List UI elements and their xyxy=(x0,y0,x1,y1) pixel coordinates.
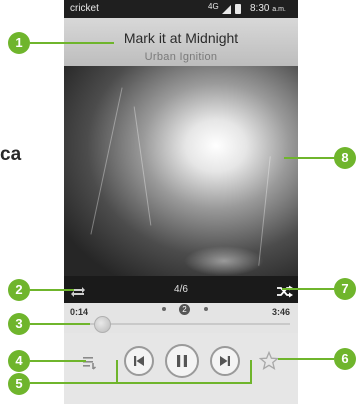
song-artist: Urban Ignition xyxy=(144,51,218,63)
playlist-icon[interactable] xyxy=(82,355,98,371)
callout-badge: 7 xyxy=(334,278,356,300)
clock-ampm: a.m. xyxy=(272,6,286,13)
page-dot[interactable] xyxy=(204,307,208,311)
next-icon xyxy=(220,356,230,366)
callout-badge: 2 xyxy=(8,279,30,301)
callout-badge: 1 xyxy=(8,32,30,54)
next-button[interactable] xyxy=(210,346,240,376)
callout-line xyxy=(284,157,336,159)
clock-time: 8:30 xyxy=(250,3,270,14)
callout-badge: 5 xyxy=(8,373,30,395)
page-indicator: 2 xyxy=(160,304,210,316)
callout-badge: 3 xyxy=(8,313,30,335)
phone-screen: cricket 4G 8:30 a.m. Mark it at Midnight… xyxy=(64,0,298,404)
signal-icon xyxy=(222,5,231,14)
carrier-label: cricket xyxy=(70,3,99,14)
clock: 8:30 a.m. xyxy=(250,3,286,14)
callout-line xyxy=(30,289,74,291)
callout-badge: 6 xyxy=(334,348,356,370)
pause-button[interactable] xyxy=(165,344,199,378)
callout-line xyxy=(278,358,334,360)
pause-icon xyxy=(177,355,187,367)
progress-area: 0:14 2 3:46 xyxy=(64,303,298,333)
elapsed-time: 0:14 xyxy=(70,307,89,317)
playback-mode-bar: 4/6 xyxy=(64,276,298,303)
album-art-streak xyxy=(90,87,123,235)
page-dot-active[interactable]: 2 xyxy=(179,304,190,315)
callout-line xyxy=(250,360,252,384)
status-bar: cricket 4G 8:30 a.m. xyxy=(64,0,298,18)
callout-line xyxy=(282,288,334,290)
total-time: 3:46 xyxy=(271,307,290,317)
cropped-side-text: ca xyxy=(0,144,22,165)
callout-line xyxy=(116,360,118,384)
album-art-glow xyxy=(184,246,264,276)
star-icon[interactable] xyxy=(258,350,280,371)
seek-bar[interactable] xyxy=(90,323,290,325)
page-dot[interactable] xyxy=(162,307,166,311)
album-art[interactable] xyxy=(64,66,298,276)
callout-badge: 8 xyxy=(334,147,356,169)
callout-line xyxy=(30,42,114,44)
callout-line xyxy=(30,382,252,384)
playback-controls xyxy=(64,333,298,404)
album-art-streak xyxy=(133,106,152,226)
battery-icon xyxy=(235,4,241,14)
callout-line xyxy=(30,360,86,362)
seek-thumb[interactable] xyxy=(93,316,111,333)
network-indicator: 4G xyxy=(208,2,219,11)
previous-button[interactable] xyxy=(124,346,154,376)
track-position: 4/6 xyxy=(174,284,188,295)
callout-line xyxy=(30,323,90,325)
callout-badge: 4 xyxy=(8,350,30,372)
previous-icon xyxy=(134,356,144,366)
